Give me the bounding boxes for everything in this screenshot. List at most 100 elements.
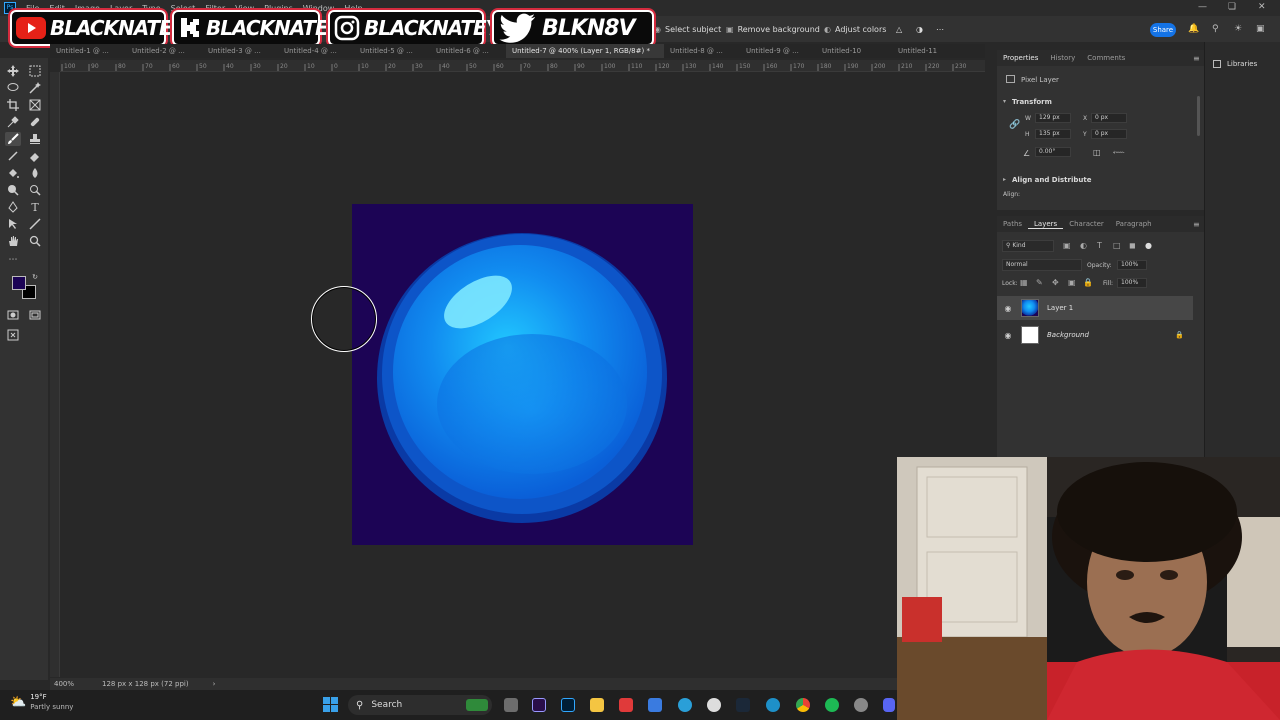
crop-tool-icon[interactable] xyxy=(5,98,21,112)
minimize-icon[interactable]: — xyxy=(1198,2,1207,12)
share-button[interactable]: Share xyxy=(1150,23,1176,37)
canvas-workspace[interactable] xyxy=(61,73,985,678)
eyedropper-tool-icon[interactable] xyxy=(5,115,21,129)
workspace-icon[interactable]: ▣ xyxy=(1256,24,1265,34)
tab-comments[interactable]: Comments xyxy=(1081,54,1131,62)
dodge-tool-icon[interactable] xyxy=(5,183,21,197)
discord-icon[interactable] xyxy=(883,698,895,712)
tab-character[interactable]: Character xyxy=(1063,220,1110,228)
tab-layers[interactable]: Layers xyxy=(1028,220,1064,229)
tab-untitled-1[interactable]: Untitled-1 @ ... xyxy=(50,44,126,58)
ai-assistant-icon[interactable] xyxy=(5,328,21,342)
filter-toggle-icon[interactable]: ● xyxy=(1145,241,1152,250)
transform-collapse-icon[interactable]: ▾ xyxy=(1003,98,1006,105)
zoom-tool-icon[interactable] xyxy=(27,234,43,248)
align-collapse-icon[interactable]: ▸ xyxy=(1003,176,1006,183)
vertical-ruler[interactable] xyxy=(50,72,60,677)
photoshop-taskbar-icon[interactable] xyxy=(561,698,575,712)
tab-untitled-4[interactable]: Untitled-4 @ ... xyxy=(278,44,354,58)
task-view-icon[interactable] xyxy=(504,698,518,712)
brightness-icon[interactable]: ☀ xyxy=(1234,24,1242,34)
horizontal-ruler[interactable]: 100 90 80 70 60 50 40 30 20 10 0 10 20 30 40 50 60 70 80 90… xyxy=(60,60,985,72)
settings-icon[interactable] xyxy=(854,698,868,712)
file-explorer-icon[interactable] xyxy=(590,698,604,712)
eraser-tool-icon[interactable] xyxy=(27,149,43,163)
properties-scrollbar[interactable] xyxy=(1197,96,1200,136)
layer-row-background[interactable]: ◉ Background 🔒 xyxy=(997,323,1193,347)
filter-pixel-icon[interactable]: ▣ xyxy=(1063,241,1071,250)
clone-stamp-tool-icon[interactable] xyxy=(27,132,43,146)
select-subject-button[interactable]: ◉ Select subject xyxy=(654,20,721,38)
angle-field[interactable]: 0.00° xyxy=(1035,147,1071,157)
y-field[interactable]: 0 px xyxy=(1091,129,1127,139)
type-tool-icon[interactable]: T xyxy=(27,200,43,214)
paint-bucket-tool-icon[interactable] xyxy=(5,166,21,180)
path-selection-tool-icon[interactable] xyxy=(5,217,21,231)
tab-untitled-3[interactable]: Untitled-3 @ ... xyxy=(202,44,278,58)
more-options-icon[interactable]: ⋯ xyxy=(936,20,944,38)
maximize-icon[interactable]: ❏ xyxy=(1228,2,1236,12)
remove-background-button[interactable]: ▣ Remove background xyxy=(726,20,820,38)
start-button-icon[interactable] xyxy=(323,697,338,712)
tab-untitled-8[interactable]: Untitled-8 @ ... xyxy=(664,44,740,58)
line-tool-icon[interactable] xyxy=(27,217,43,231)
width-field[interactable]: 129 px xyxy=(1035,113,1071,123)
tab-untitled-10[interactable]: Untitled-10 xyxy=(816,44,892,58)
visibility-eye-icon[interactable]: ◉ xyxy=(1001,304,1015,313)
tab-properties[interactable]: Properties xyxy=(997,54,1044,62)
foreground-color-swatch[interactable] xyxy=(12,276,26,290)
filter-adjustment-icon[interactable]: ◐ xyxy=(1080,241,1087,250)
swap-colors-icon[interactable]: ↻ xyxy=(30,272,40,282)
hand-tool-icon[interactable] xyxy=(5,234,21,248)
height-field[interactable]: 135 px xyxy=(1035,129,1071,139)
steam-icon[interactable] xyxy=(736,698,750,712)
tab-untitled-9[interactable]: Untitled-9 @ ... xyxy=(740,44,816,58)
visibility-eye-icon[interactable]: ◉ xyxy=(1001,331,1015,340)
tab-untitled-5[interactable]: Untitled-5 @ ... xyxy=(354,44,430,58)
premiere-pro-icon[interactable] xyxy=(532,698,546,712)
lock-artboard-icon[interactable]: ▣ xyxy=(1068,278,1076,287)
move-tool-icon[interactable] xyxy=(5,64,21,78)
shape-icon[interactable]: △ xyxy=(896,20,902,38)
layer-filter-dropdown[interactable]: ⚲ Kind xyxy=(1002,240,1054,252)
opacity-field[interactable]: 100% xyxy=(1117,260,1147,270)
lock-transparent-icon[interactable]: ▦ xyxy=(1020,278,1028,287)
filter-smart-object-icon[interactable]: ◼ xyxy=(1129,241,1136,250)
magic-wand-tool-icon[interactable] xyxy=(27,81,43,95)
notifications-icon[interactable]: 🔔 xyxy=(1188,24,1199,34)
libraries-tab[interactable]: Libraries xyxy=(1213,60,1257,68)
taskbar-search[interactable]: ⚲ Search xyxy=(348,695,492,715)
search-icon[interactable]: ⚲ xyxy=(1212,24,1219,34)
edge-browser-icon[interactable] xyxy=(766,698,780,712)
contrast-icon[interactable]: ◑ xyxy=(916,20,923,38)
streaming-app-icon[interactable] xyxy=(619,698,633,712)
chat-app-icon[interactable] xyxy=(678,698,692,712)
x-field[interactable]: 0 px xyxy=(1091,113,1127,123)
adjust-colors-button[interactable]: ◐ Adjust colors xyxy=(824,20,886,38)
weather-widget[interactable]: ⛅ 19°F Partly sunny xyxy=(10,692,73,712)
history-brush-tool-icon[interactable] xyxy=(5,149,21,163)
healing-brush-tool-icon[interactable] xyxy=(27,115,43,129)
tab-history[interactable]: History xyxy=(1044,54,1081,62)
tab-untitled-6[interactable]: Untitled-6 @ ... xyxy=(430,44,506,58)
lock-position-icon[interactable]: ✥ xyxy=(1052,278,1059,287)
lasso-tool-icon[interactable] xyxy=(5,81,21,95)
document-canvas[interactable] xyxy=(352,204,693,545)
lock-pixels-icon[interactable]: ✎ xyxy=(1036,278,1043,287)
flip-horizontal-icon[interactable]: ◫ xyxy=(1093,148,1101,157)
zoom-level[interactable]: 400% xyxy=(54,680,102,688)
filter-shape-icon[interactable]: □ xyxy=(1113,241,1121,250)
tab-untitled-11[interactable]: Untitled-11 xyxy=(892,44,968,58)
tab-paths[interactable]: Paths xyxy=(997,220,1028,228)
tab-untitled-2[interactable]: Untitled-2 @ ... xyxy=(126,44,202,58)
chrome-icon[interactable] xyxy=(796,698,810,712)
layer-row-layer-1[interactable]: ◉ Layer 1 xyxy=(997,296,1193,320)
more-tools-icon[interactable]: ⋯ xyxy=(5,253,21,267)
quick-mask-icon[interactable] xyxy=(5,308,21,322)
marquee-tool-icon[interactable] xyxy=(27,64,43,78)
blend-mode-dropdown[interactable]: Normal xyxy=(1002,259,1082,271)
layer-name[interactable]: Layer 1 xyxy=(1047,304,1073,312)
flip-vertical-icon[interactable]: ⬳ xyxy=(1113,148,1124,158)
layers-menu-icon[interactable]: ≡ xyxy=(1193,220,1200,229)
spotify-icon[interactable] xyxy=(825,698,839,712)
